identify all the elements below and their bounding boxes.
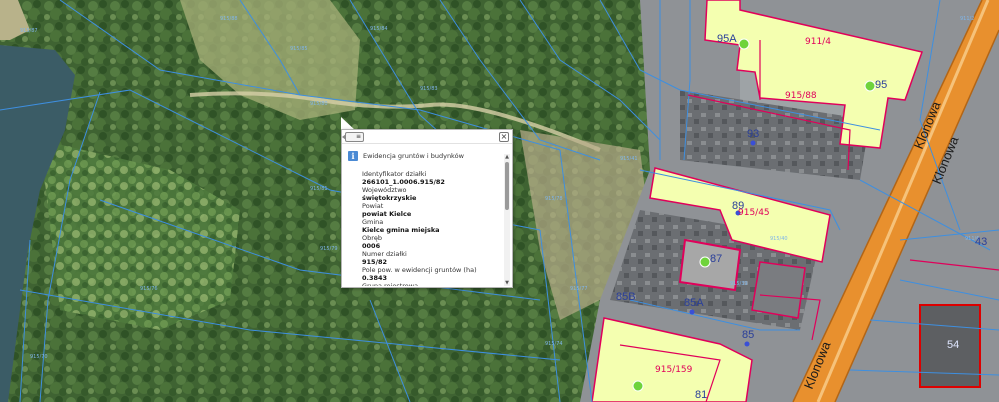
parcel-number-915-159: 915/159 [655, 365, 693, 375]
field-value: powiat Kielce [362, 210, 412, 218]
svg-text:915/78: 915/78 [545, 196, 563, 202]
parcel-number-911-4: 911/4 [805, 37, 831, 47]
svg-text:911/2: 911/2 [960, 16, 974, 22]
field-label: Pole pow. w ewidencji gruntów (ha) [362, 266, 477, 274]
layer-name: Ewidencja gruntów i budynków [363, 152, 464, 160]
field-value: świętokrzyskie [362, 194, 417, 202]
popup-toolbar: ≡ × [342, 130, 512, 144]
info-icon: i [348, 151, 358, 161]
field-label: Grupa rejestrowa [362, 282, 419, 286]
feature-info-popup: ≡ × i Ewidencja gruntów i budynków Ident… [341, 129, 513, 288]
parcel-number-915-88: 915/88 [785, 91, 817, 101]
scroll-thumb[interactable] [505, 162, 509, 210]
field-value: 0.3843 [362, 274, 388, 282]
building-number-81: 81 [695, 389, 707, 401]
svg-text:915/79: 915/79 [320, 246, 338, 252]
building-number-95a: 95A [717, 33, 737, 45]
svg-text:915/88: 915/88 [220, 16, 238, 22]
popup-header: i Ewidencja gruntów i budynków [348, 150, 464, 162]
svg-text:915/81: 915/81 [310, 186, 328, 192]
scroll-up-icon[interactable]: ▲ [504, 154, 510, 160]
field-label: Województwo [362, 186, 407, 194]
field-label: Gmina [362, 218, 384, 226]
address-point-icon-3 [689, 309, 695, 315]
building-number-95: 95 [875, 79, 887, 91]
svg-text:915/41: 915/41 [620, 156, 638, 162]
building-marker-icon-4 [632, 380, 644, 392]
svg-text:915/39: 915/39 [730, 281, 748, 287]
svg-text:915/84: 915/84 [370, 26, 388, 32]
close-icon[interactable]: × [499, 132, 509, 142]
building-marker-icon [738, 38, 750, 50]
building-number-93: 93 [747, 128, 759, 140]
svg-text:915/77: 915/77 [570, 286, 588, 292]
attribute-list: Identyfikator działki 266101_1.0006.915/… [362, 170, 502, 286]
svg-text:915/83: 915/83 [420, 86, 438, 92]
address-point-icon-4 [744, 341, 750, 347]
svg-text:915/74: 915/74 [545, 341, 563, 347]
svg-text:915/70: 915/70 [30, 354, 48, 360]
parcel-number-915-45: 915/45 [738, 208, 770, 218]
field-label: Obręb [362, 234, 383, 242]
field-label: Identyfikator działki [362, 170, 427, 178]
address-point-icon [750, 140, 756, 146]
field-label: Numer działki [362, 250, 407, 258]
building-number-87: 87 [710, 253, 722, 265]
list-icon[interactable]: ≡ [342, 132, 364, 142]
field-label: Powiat [362, 202, 384, 210]
svg-text:915/85: 915/85 [290, 46, 308, 52]
field-value: 915/82 [362, 258, 387, 266]
field-value: 0006 [362, 242, 381, 250]
field-value: 266101_1.0006.915/82 [362, 178, 445, 186]
building-number-43: 43 [975, 236, 987, 248]
building-marker-icon-3 [699, 256, 711, 268]
svg-text:915/40: 915/40 [770, 236, 788, 242]
svg-text:915/76: 915/76 [140, 286, 158, 292]
building-marker-icon-2 [864, 80, 876, 92]
building-81 [751, 261, 806, 319]
svg-text:915/87: 915/87 [20, 28, 38, 34]
building-number-85b: 85B [616, 291, 636, 303]
building-number-85a: 85A [684, 297, 704, 309]
building-number-54: 54 [947, 339, 959, 351]
popup-scrollbar[interactable]: ▲ ▼ [504, 154, 510, 286]
svg-text:915/80: 915/80 [310, 101, 328, 107]
field-value: Kielce gmina miejska [362, 226, 440, 234]
scroll-down-icon[interactable]: ▼ [504, 280, 510, 286]
building-number-85: 85 [742, 329, 754, 341]
